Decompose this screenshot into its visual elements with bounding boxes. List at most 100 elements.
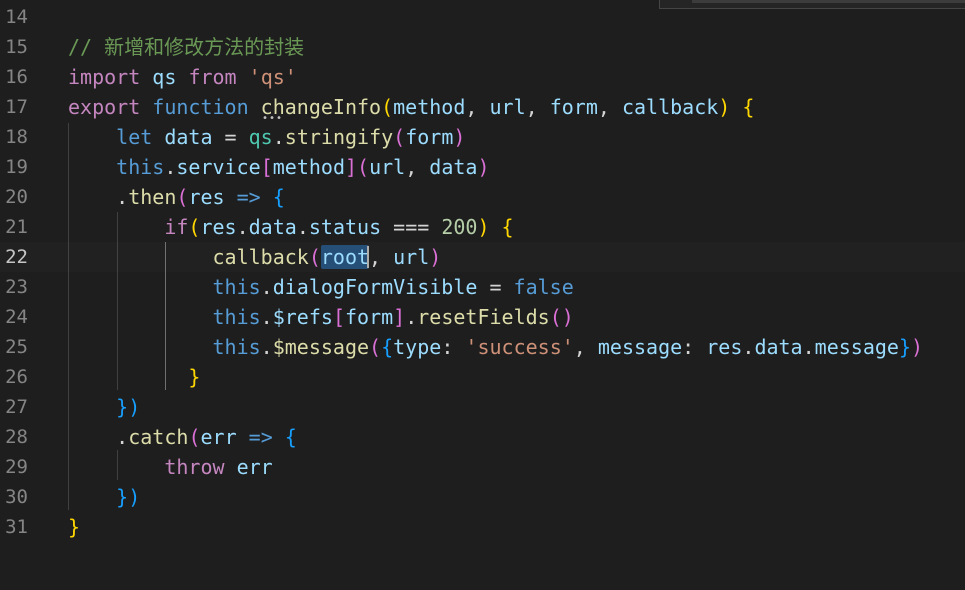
code-token: [ [260,155,273,179]
code-line[interactable]: 21 if(res.data.status === 200) { [0,212,965,242]
code-token: ) [477,155,490,179]
code-token: ) [453,125,466,149]
code-token: this [212,335,261,359]
code-token: form [344,305,394,329]
code-token: : [682,335,707,359]
code-token: catch [128,425,189,449]
code-token: export [68,95,141,119]
code-text[interactable]: } [68,362,200,392]
code-token: }) [116,395,141,419]
code-token: resetFields [417,305,550,329]
code-line[interactable]: 16 import qs from 'qs' [0,62,965,92]
code-line[interactable]: 23 this.dialogFormVisible = false [0,272,965,302]
line-number: 27 [5,396,28,418]
code-token: let [116,125,153,149]
code-text[interactable]: }) [68,392,140,422]
code-token: 'success' [465,335,574,359]
code-token: . [68,185,129,209]
code-text[interactable]: let data = qs.stringify(form) [68,122,465,152]
code-line[interactable]: 19 this.service[method](url, data) [0,152,965,182]
code-token: method [393,95,466,119]
code-token: service [176,155,261,179]
code-token: . [68,425,129,449]
code-token: , [573,335,598,359]
code-text[interactable]: export function changeInfo(method, url, … [68,92,754,122]
code-token: . [260,275,273,299]
code-token: { [501,215,514,239]
line-number: 23 [5,276,28,298]
code-token: ) [911,335,924,359]
code-token: status [308,215,382,239]
code-line[interactable]: 25 this.$message({type: 'success', messa… [0,332,965,362]
code-token: => [236,185,261,209]
code-token: form [405,125,454,149]
code-text[interactable]: callback(root, url) [68,242,441,272]
code-text[interactable]: throw err [68,452,272,482]
code-text[interactable]: this.$message({type: 'success', message:… [68,332,924,362]
code-text[interactable]: if(res.data.status === 200) { [68,212,514,242]
code-line[interactable]: 27 }) [0,392,965,422]
code-token: , [405,155,430,179]
code-token: callback [212,245,309,269]
code-text[interactable]: }) [68,482,140,512]
line-number: 18 [5,126,28,148]
line-number: 26 [5,366,28,388]
code-token: ( [357,155,370,179]
code-token: ] [344,155,358,179]
code-text[interactable]: this.$refs[form].resetFields() [68,302,574,332]
code-text[interactable]: import qs from 'qs' [68,62,297,92]
code-token: ( [176,185,189,209]
code-line[interactable]: 31} [0,512,965,542]
code-token: qs [248,125,273,149]
code-text[interactable]: .catch(err => { [68,422,297,452]
code-token: . [260,335,273,359]
code-token: [ [332,305,345,329]
line-number: 31 [5,516,28,538]
code-editor[interactable]: ••• 14 15// 新增和修改方法的封装 16 import qs from 'q… [0,0,965,590]
code-line[interactable]: 15 // 新增和修改方法的封装 [0,32,965,62]
code-token: ) [718,95,731,119]
code-token: } [898,335,911,359]
code-token: $refs [272,305,333,329]
code-token: message [814,335,899,359]
code-token: function [152,95,249,119]
code-token: url [393,245,430,269]
code-token: . [802,335,815,359]
code-token: . [164,155,177,179]
code-text[interactable]: this.dialogFormVisible = false [68,272,574,302]
code-token: = [477,275,514,299]
code-line[interactable]: 18 let data = qs.stringify(form) [0,122,965,152]
code-line[interactable]: 30 }) [0,482,965,512]
code-token: from [188,65,237,89]
code-line[interactable]: 29 throw err [0,452,965,482]
code-token: } [68,515,81,539]
code-text[interactable]: .then(res => { [68,182,285,212]
code-token: data [754,335,803,359]
code-token: () [549,305,574,329]
code-line[interactable]: 22 callback(root, url) [0,242,965,272]
code-token: form [549,95,598,119]
code-line[interactable]: 14 [0,2,965,32]
code-text[interactable]: this.service[method](url, data) [68,152,490,182]
code-line[interactable]: 24 this.$refs[form].resetFields() [0,302,965,332]
code-line[interactable]: 20 .then(res => { [0,182,965,212]
line-number: 24 [5,306,28,328]
code-text[interactable]: } [68,512,80,542]
code-line[interactable]: 28 .catch(err => { [0,422,965,452]
code-token: data [164,125,213,149]
code-line[interactable]: 26 } [0,362,965,392]
code-token: . [742,335,755,359]
code-token: ) [477,215,490,239]
code-line[interactable]: 17 export function changeInfo(method, url… [0,92,965,122]
code-text[interactable]: // 新增和修改方法的封装 [68,32,304,62]
